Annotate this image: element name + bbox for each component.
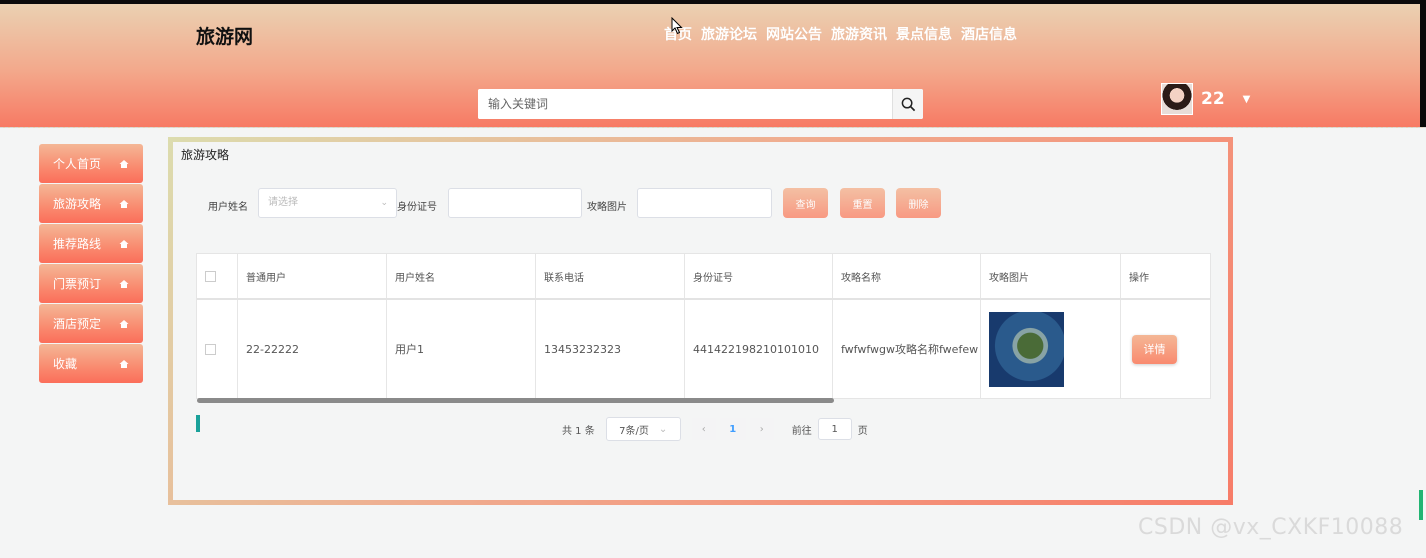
home-icon [119,359,129,368]
column-header: 操作 [1129,272,1149,284]
id-number-input[interactable] [448,188,582,218]
filter-label-image: 攻略图片 [587,202,627,213]
delete-button[interactable]: 删除 [896,188,941,218]
select-all-checkbox[interactable] [205,270,216,282]
content-panel: 旅游攻略 用户姓名 请选择 ⌄ 身份证号 攻略图片 查询 重置 删除 普通用户 … [168,137,1233,505]
page-number-current[interactable]: 1 [719,418,746,440]
window-frame [0,0,1426,4]
nav-forum[interactable]: 旅游论坛 [701,24,757,44]
column-header: 身份证号 [685,254,833,298]
filter-label-id: 身份证号 [397,202,437,213]
nav-hotels[interactable]: 酒店信息 [961,24,1017,44]
prev-page-button[interactable]: ‹ [691,418,716,440]
home-icon [119,159,129,168]
page-title: 旅游攻略 [181,148,230,162]
header-checkbox-cell [197,254,238,298]
header: 旅游网 首页 旅游论坛 网站公告 旅游资讯 景点信息 酒店信息 22 ▼ [0,0,1426,128]
sidebar-item-favorites[interactable]: 收藏 [39,344,143,383]
search-button[interactable] [892,89,923,119]
sidebar-item-label: 推荐路线 [53,237,102,251]
data-table: 普通用户 用户姓名 联系电话 身份证号 攻略名称 攻略图片 操作 22-2222… [196,253,1211,403]
row-checkbox[interactable] [205,343,216,355]
goto-page-value: 1 [831,423,838,435]
reset-button[interactable]: 重置 [840,188,885,218]
sidebar-item-tickets[interactable]: 门票预订 [39,264,143,303]
watermark: CSDN @vx_CXKF10088 [1138,515,1404,540]
home-icon [119,319,129,328]
user-name-select[interactable]: 请选择 ⌄ [258,188,397,218]
home-icon [119,199,129,208]
filter-bar: 用户姓名 请选择 ⌄ 身份证号 攻略图片 查询 重置 删除 [173,188,1228,220]
details-button[interactable]: 详情 [1132,334,1177,364]
select-placeholder: 请选择 [268,197,298,208]
sidebar-item-label: 旅游攻略 [53,197,102,211]
table-cell: 441422198210101010 [685,300,833,398]
image-input[interactable] [637,188,772,218]
content-panel-body: 旅游攻略 用户姓名 请选择 ⌄ 身份证号 攻略图片 查询 重置 删除 普通用户 … [173,142,1228,500]
nav-announcement[interactable]: 网站公告 [766,24,822,44]
chevron-down-icon: ⌄ [658,423,668,435]
page-size-select[interactable]: 7条/页 ⌄ [605,417,681,441]
image-cell [981,300,1121,398]
chevron-down-icon: ⌄ [380,198,388,208]
user-menu[interactable]: 22 ▼ [1161,83,1250,115]
table-cell: 22-22222 [238,300,387,398]
chevron-right-icon: › [759,423,764,435]
top-nav: 首页 旅游论坛 网站公告 旅游资讯 景点信息 酒店信息 [664,24,1017,44]
sidebar-item-label: 酒店预定 [53,317,102,331]
window-frame-edge [1420,0,1426,127]
sidebar-item-routes[interactable]: 推荐路线 [39,224,143,263]
accent-marker [196,415,200,432]
query-button[interactable]: 查询 [783,188,828,218]
sidebar-item-profile[interactable]: 个人首页 [39,144,143,183]
next-page-button[interactable]: › [749,418,774,440]
filter-label-name: 用户姓名 [208,202,248,213]
guide-thumbnail[interactable] [989,311,1064,387]
nav-news[interactable]: 旅游资讯 [831,24,887,44]
sidebar-item-label: 门票预订 [53,277,102,291]
search-input[interactable] [478,89,892,119]
nav-attractions[interactable]: 景点信息 [896,24,952,44]
chevron-left-icon: ‹ [701,423,706,435]
page-suffix: 页 [857,425,868,437]
site-logo[interactable]: 旅游网 [196,22,253,49]
scroll-indicator [1419,490,1423,520]
search-bar [478,89,923,119]
horizontal-scrollbar[interactable] [197,398,834,403]
pagination: 共 1 条 7条/页 ⌄ ‹ 1 › 前往 1 页 [562,417,868,441]
home-icon [119,279,129,288]
column-header: 攻略名称 [833,254,981,298]
column-header: 联系电话 [536,254,685,298]
avatar[interactable] [1161,83,1193,115]
total-count: 共 1 条 [562,425,595,437]
search-icon [901,97,915,111]
sidebar: 个人首页 旅游攻略 推荐路线 门票预订 酒店预定 收藏 [39,144,143,384]
column-header: 普通用户 [238,254,387,298]
table-header: 普通用户 用户姓名 联系电话 身份证号 攻略名称 攻略图片 操作 [197,254,1210,300]
username[interactable]: 22 [1201,89,1225,109]
goto-page-input[interactable]: 1 [817,418,852,440]
sidebar-item-label: 个人首页 [53,157,102,171]
column-header: 攻略图片 [981,254,1121,298]
sidebar-item-guides[interactable]: 旅游攻略 [39,184,143,223]
column-header: 用户姓名 [387,254,536,298]
goto-label: 前往 [791,425,812,437]
sidebar-item-label: 收藏 [53,357,78,371]
table-cell: fwfwfwgw攻略名称fwefew [833,300,981,398]
row-checkbox-cell [197,300,238,398]
action-cell: 详情 [1121,300,1210,398]
page-size-value: 7条/页 [619,425,649,437]
mouse-cursor-icon [671,17,683,35]
home-icon [119,239,129,248]
table-row: 22-22222 用户1 13453232323 441422198210101… [197,300,1210,398]
table-cell: 用户1 [387,300,536,398]
chevron-down-icon[interactable]: ▼ [1243,94,1251,105]
sidebar-item-hotel-booking[interactable]: 酒店预定 [39,304,143,343]
table-cell: 13453232323 [536,300,685,398]
